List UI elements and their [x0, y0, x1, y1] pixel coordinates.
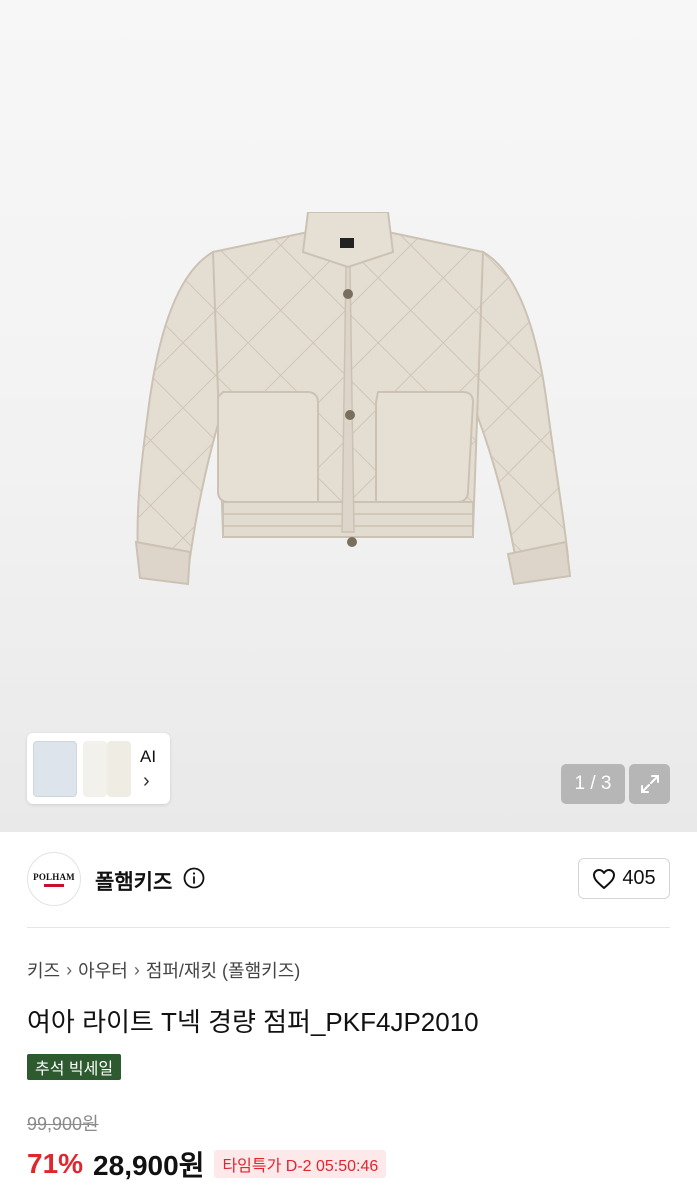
product-title: 여아 라이트 T넥 경량 점퍼_PKF4JP2010	[27, 1007, 479, 1037]
chevron-right-icon: ›	[143, 770, 150, 792]
breadcrumb-item-kids[interactable]: 키즈	[27, 957, 60, 983]
like-count: 405	[622, 867, 656, 889]
product-image-gallery[interactable]: AI › 1 / 3	[0, 0, 697, 832]
brand-logo-text: POLHAM	[33, 871, 75, 882]
expand-icon	[640, 775, 659, 793]
like-button[interactable]: 405	[578, 858, 670, 899]
sale-price: 28,900원	[93, 1150, 205, 1181]
heart-icon	[593, 868, 616, 889]
promo-badge: 추석 빅세일	[27, 1054, 122, 1080]
thumbnail-cream-jacket[interactable]	[107, 741, 131, 797]
brand-name[interactable]: 폴햄키즈	[95, 866, 172, 896]
ai-label: AI	[140, 747, 157, 766]
jacket-product-image	[134, 212, 572, 586]
breadcrumb-item-outer[interactable]: 아우터	[78, 957, 128, 983]
divider	[27, 927, 670, 928]
brand-row: POLHAM 폴햄키즈 405	[0, 832, 697, 928]
breadcrumb: 키즈 › 아우터 › 점퍼/재킷 (폴햄키즈)	[27, 957, 300, 983]
thumbnail-blue-jacket[interactable]	[33, 741, 77, 797]
original-price: 99,900원	[27, 1114, 99, 1134]
time-deal-badge: 타임특가 D-2 05:50:46	[214, 1150, 387, 1178]
info-icon[interactable]	[183, 867, 205, 889]
image-pager: 1 / 3	[561, 764, 625, 804]
thumbnail-white-jacket[interactable]	[83, 741, 107, 797]
brand-logo[interactable]: POLHAM	[27, 852, 81, 906]
chevron-right-icon: ›	[133, 959, 140, 980]
discount-rate: 71%	[27, 1148, 84, 1179]
breadcrumb-item-jumper[interactable]: 점퍼/재킷 (폴햄키즈)	[146, 957, 300, 983]
price-row: 71% 28,900원 타임특가 D-2 05:50:46	[27, 1144, 387, 1184]
brand-logo-bar	[44, 883, 64, 887]
ai-thumbnail-strip[interactable]: AI ›	[27, 733, 170, 804]
chevron-right-icon: ›	[66, 959, 73, 980]
expand-button[interactable]	[629, 764, 670, 804]
